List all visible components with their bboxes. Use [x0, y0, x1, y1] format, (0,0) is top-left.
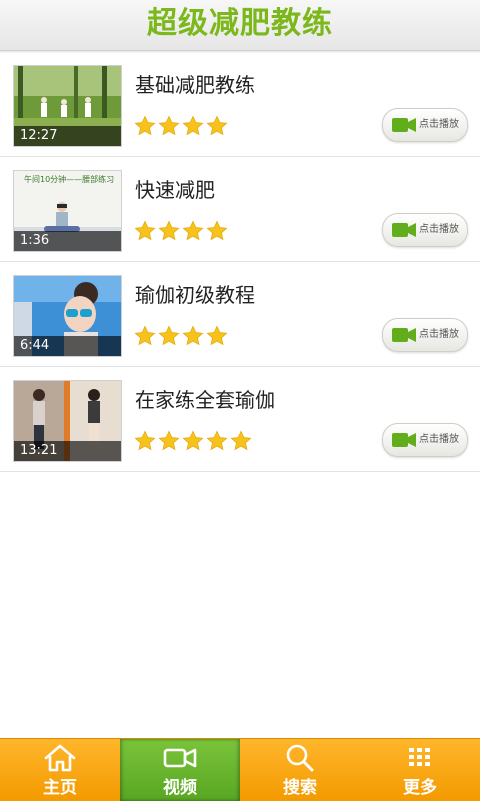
video-camera-icon: [392, 223, 416, 237]
video-thumbnail[interactable]: 12:27: [13, 65, 122, 147]
star-icon: [206, 325, 228, 346]
star-icon: [134, 220, 156, 241]
star-icon: [158, 220, 180, 241]
star-icon: [158, 430, 180, 451]
list-item[interactable]: 6:44 瑜伽初级教程 点击播放: [0, 262, 480, 367]
tab-search[interactable]: 搜索: [240, 739, 360, 801]
video-thumbnail[interactable]: 13:21: [13, 380, 122, 462]
play-button[interactable]: 点击播放: [382, 318, 468, 352]
video-camera-icon: [163, 748, 197, 768]
tab-label: 主页: [43, 778, 77, 798]
star-icon: [134, 115, 156, 136]
play-button-label: 点击播放: [419, 434, 459, 445]
bottom-tab-bar: 主页 视频 搜索 更多: [0, 738, 480, 801]
star-icon: [158, 325, 180, 346]
video-duration: 12:27: [20, 128, 58, 143]
video-camera-icon: [392, 118, 416, 132]
home-icon: [44, 744, 76, 772]
play-button[interactable]: 点击播放: [382, 213, 468, 247]
rating-stars: [134, 115, 230, 139]
star-icon: [206, 115, 228, 136]
thumbnail-caption: 午间10分钟——腰部练习: [24, 175, 115, 184]
tab-label: 搜索: [283, 778, 317, 798]
video-title: 基础减肥教练: [135, 73, 255, 97]
list-item[interactable]: 午间10分钟——腰部练习 1:36 快速减肥 点击播放: [0, 157, 480, 262]
list-item[interactable]: 12:27 基础减肥教练 点击播放: [0, 52, 480, 157]
play-button[interactable]: 点击播放: [382, 108, 468, 142]
video-duration: 13:21: [20, 443, 58, 458]
list-item[interactable]: 13:21 在家练全套瑜伽 点击播放: [0, 367, 480, 472]
tab-label: 更多: [403, 778, 437, 798]
star-icon: [182, 220, 204, 241]
video-duration: 6:44: [20, 338, 50, 353]
star-icon: [206, 220, 228, 241]
star-icon: [182, 115, 204, 136]
play-button-label: 点击播放: [419, 224, 459, 235]
video-title: 在家练全套瑜伽: [135, 388, 275, 412]
play-button-label: 点击播放: [419, 329, 459, 340]
video-camera-icon: [392, 433, 416, 447]
video-list: 12:27 基础减肥教练 点击播放 午间10分钟——腰部练习 1:36 快速减肥…: [0, 52, 480, 472]
star-icon: [182, 430, 204, 451]
play-button-label: 点击播放: [419, 119, 459, 130]
rating-stars: [134, 325, 230, 349]
star-icon: [206, 430, 228, 451]
video-title: 快速减肥: [135, 178, 215, 202]
video-duration: 1:36: [20, 233, 50, 248]
star-icon: [182, 325, 204, 346]
star-icon: [134, 430, 156, 451]
video-camera-icon: [392, 328, 416, 342]
tab-label: 视频: [163, 778, 197, 798]
star-icon: [158, 115, 180, 136]
title-bar: 超级减肥教练: [0, 0, 480, 51]
video-thumbnail[interactable]: 午间10分钟——腰部练习 1:36: [13, 170, 122, 252]
play-button[interactable]: 点击播放: [382, 423, 468, 457]
star-icon: [134, 325, 156, 346]
rating-stars: [134, 220, 230, 244]
app-title: 超级减肥教练: [147, 6, 333, 41]
search-icon: [286, 744, 314, 772]
star-icon: [230, 430, 252, 451]
tab-more[interactable]: 更多: [360, 739, 480, 801]
tab-video[interactable]: 视频: [120, 739, 240, 801]
video-thumbnail[interactable]: 6:44: [13, 275, 122, 357]
video-title: 瑜伽初级教程: [135, 283, 255, 307]
tab-home[interactable]: 主页: [0, 739, 120, 801]
more-grid-icon: [409, 748, 430, 766]
rating-stars: [134, 430, 254, 454]
